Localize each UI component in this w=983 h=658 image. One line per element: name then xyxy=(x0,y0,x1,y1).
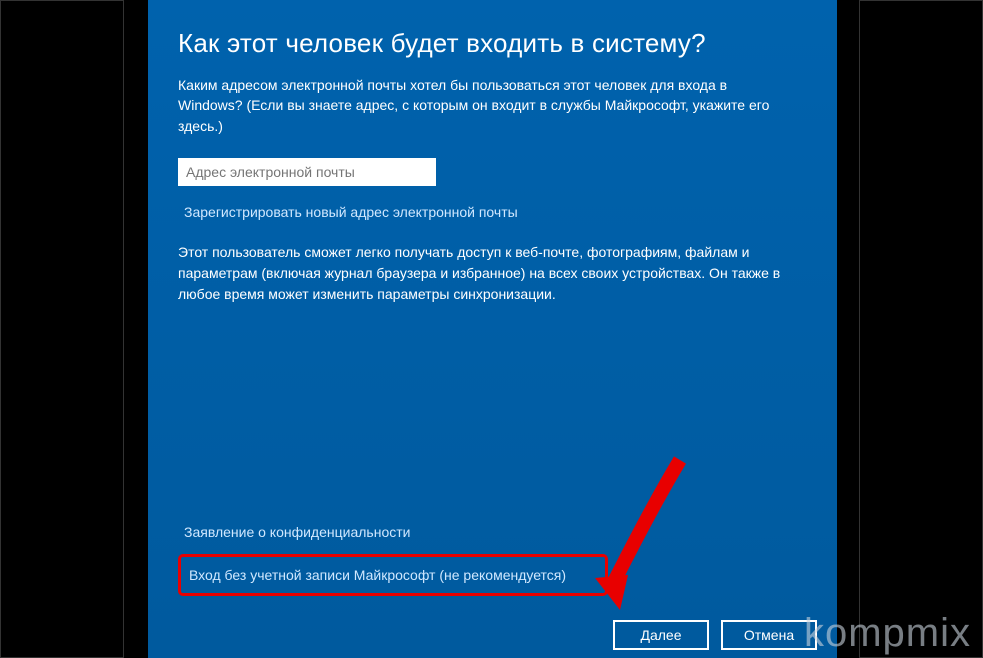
register-new-email-link[interactable]: Зарегистрировать новый адрес электронной… xyxy=(178,204,807,220)
signin-dialog: Как этот человек будет входить в систему… xyxy=(148,0,837,658)
sync-info-text: Этот пользователь сможет легко получать … xyxy=(178,242,798,305)
right-black-bar xyxy=(859,0,983,658)
dialog-title: Как этот человек будет входить в систему… xyxy=(178,28,807,59)
email-input[interactable] xyxy=(178,158,436,186)
cancel-button[interactable]: Отмена xyxy=(721,620,817,650)
privacy-statement-link[interactable]: Заявление о конфиденциальности xyxy=(178,524,807,540)
left-black-bar xyxy=(0,0,124,658)
dialog-description: Каким адресом электронной почты хотел бы… xyxy=(178,75,778,136)
signin-without-ms-account-link[interactable]: Вход без учетной записи Майкрософт (не р… xyxy=(178,554,608,596)
next-button[interactable]: Далее xyxy=(613,620,709,650)
